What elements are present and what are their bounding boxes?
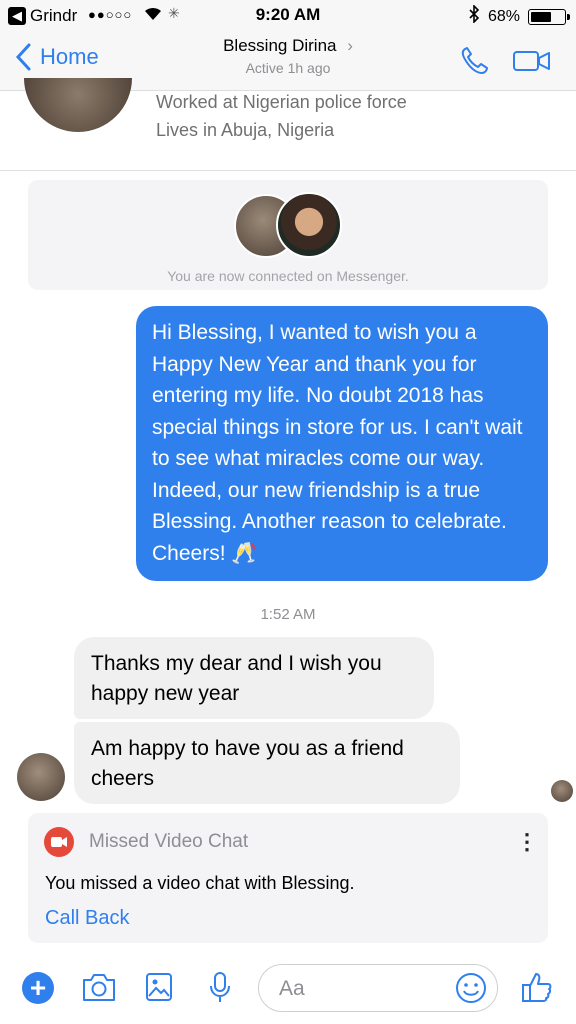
video-camera-icon[interactable]	[512, 46, 552, 81]
phone-icon[interactable]	[458, 46, 492, 81]
missed-body: You missed a video chat with Blessing.	[45, 873, 355, 893]
profile-location: Lives in Abuja, Nigeria	[156, 120, 335, 140]
message-input-wrapper[interactable]	[258, 964, 498, 1012]
profile-summary: Worked at Nigerian police force Lives in…	[0, 78, 576, 171]
outgoing-message[interactable]: Hi Blessing, I wanted to wish you a Happ…	[136, 306, 548, 581]
info-chevron-icon: ›	[347, 36, 353, 55]
incoming-message[interactable]: Thanks my dear and I wish you happy new …	[74, 637, 434, 719]
read-receipt-avatar	[551, 780, 573, 802]
microphone-icon[interactable]	[206, 970, 234, 1009]
user-avatar	[276, 192, 342, 258]
gallery-icon[interactable]	[144, 970, 174, 1009]
battery-icon	[528, 8, 570, 25]
emoji-icon[interactable]	[455, 972, 487, 1009]
connected-text: You are now connected on Messenger.	[167, 268, 409, 284]
more-options-icon[interactable]: ⋮	[516, 829, 538, 855]
battery-percentage: 68%	[487, 7, 520, 25]
connected-card: You are now connected on Messenger.	[28, 180, 548, 290]
profile-work: Worked at Nigerian police force	[156, 92, 407, 112]
call-back-button[interactable]: Call Back	[45, 907, 129, 930]
message-timestamp: 1:52 AM	[260, 606, 316, 623]
missed-title: Missed Video Chat	[89, 831, 249, 852]
contact-name: Blessing Dirina	[223, 36, 337, 55]
missed-video-icon	[44, 827, 74, 857]
composer-bar: +	[0, 954, 576, 1024]
camera-icon[interactable]	[80, 970, 118, 1009]
battery-level	[531, 11, 551, 22]
plus-button[interactable]: +	[22, 972, 54, 1004]
incoming-message[interactable]: Am happy to have you as a friend cheers	[74, 722, 460, 804]
missed-video-chat-card: Missed Video Chat ⋮ You missed a video c…	[28, 813, 548, 943]
thumbs-up-icon[interactable]	[520, 970, 554, 1009]
avatar[interactable]	[24, 78, 132, 132]
sender-avatar[interactable]	[17, 753, 65, 801]
message-input[interactable]	[277, 976, 451, 1002]
status-right: 68%	[468, 4, 570, 28]
bluetooth-icon	[468, 4, 480, 28]
status-bar: ◀ Grindr ●●○○○ ✳ 9:20 AM 68%	[0, 0, 576, 30]
